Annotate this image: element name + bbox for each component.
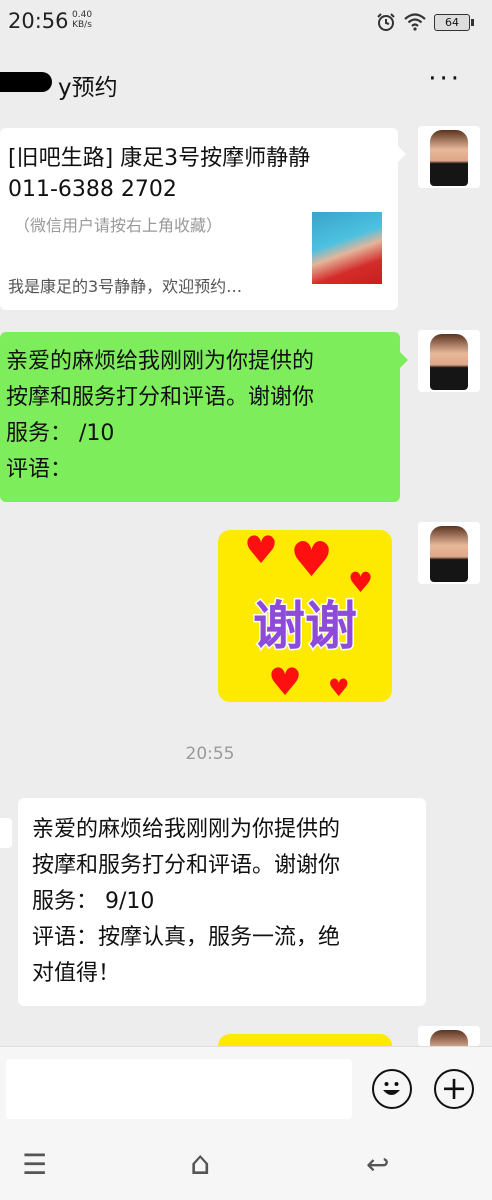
card-hint: （微信用户请按右上角收藏） bbox=[14, 216, 223, 235]
link-card-message[interactable]: [旧吧生路] 康足3号按摩师静静 011-6388 2702 （微信用户请按右上… bbox=[0, 128, 406, 310]
card-thumbnail bbox=[312, 212, 382, 284]
avatar-photo bbox=[430, 526, 468, 582]
avatar-photo bbox=[430, 334, 468, 390]
partial-sticker[interactable] bbox=[218, 1034, 392, 1046]
back-icon[interactable]: ↩ bbox=[366, 1148, 389, 1181]
avatar-photo bbox=[430, 1030, 468, 1046]
message-line: 服务： 9/10 bbox=[32, 889, 155, 914]
avatar-photo bbox=[430, 130, 468, 186]
card-title: [旧吧生路] 康足3号按摩师静静 011-6388 2702 bbox=[8, 143, 388, 205]
thank-you-sticker[interactable]: ♥ ♥ ♥ 谢谢 ♥ ♥ bbox=[218, 530, 392, 702]
system-nav-bar: ☰ ⌂ ↩ bbox=[0, 1134, 492, 1200]
status-bar: 20:56 0.40 KB/s 64 bbox=[0, 0, 492, 44]
battery-level: 64 bbox=[445, 15, 459, 29]
bubble-tail bbox=[400, 352, 408, 368]
message-line: 亲爱的麻烦给我刚刚为你提供的 bbox=[6, 349, 315, 374]
heart-icon: ♥ bbox=[328, 674, 350, 702]
heart-icon: ♥ bbox=[244, 530, 279, 572]
message-timestamp: 20:55 bbox=[185, 744, 235, 764]
redacted-name bbox=[0, 72, 52, 92]
network-speed-unit: KB/s bbox=[72, 20, 92, 30]
sent-message-bubble[interactable]: 亲爱的麻烦给我刚刚为你提供的 按摩和服务打分和评语。谢谢你 服务： /10 评语… bbox=[0, 332, 408, 502]
received-message-bubble[interactable]: 亲爱的麻烦给我刚刚为你提供的 按摩和服务打分和评语。谢谢你 服务： 9/10 评… bbox=[18, 798, 426, 1006]
add-button[interactable]: + bbox=[434, 1069, 474, 1109]
message-line: 评语：按摩认真，服务一流，绝 bbox=[32, 925, 341, 950]
message-line: 对值得！ bbox=[32, 961, 121, 986]
message-input[interactable] bbox=[6, 1059, 352, 1119]
chat-header: y预约 ··· bbox=[0, 44, 492, 122]
card-description: 我是康足的3号静静，欢迎预约… bbox=[8, 277, 243, 296]
network-speed: 0.40 KB/s bbox=[72, 10, 92, 30]
emoji-icon bbox=[382, 1081, 400, 1095]
sender-avatar[interactable] bbox=[418, 330, 480, 392]
sticker-text: 谢谢 bbox=[251, 596, 358, 659]
chat-title[interactable]: y预约 bbox=[58, 68, 118, 102]
wifi-icon bbox=[404, 13, 426, 31]
sender-avatar[interactable] bbox=[418, 1026, 480, 1046]
sender-avatar[interactable] bbox=[418, 522, 480, 584]
alarm-icon bbox=[377, 13, 395, 31]
sender-avatar[interactable] bbox=[418, 126, 480, 188]
message-text: 亲爱的麻烦给我刚刚为你提供的 按摩和服务打分和评语。谢谢你 服务： 9/10 评… bbox=[32, 812, 412, 992]
emoji-button[interactable] bbox=[372, 1069, 412, 1109]
message-line: 服务： /10 bbox=[6, 421, 115, 446]
message-text: 亲爱的麻烦给我刚刚为你提供的 按摩和服务打分和评语。谢谢你 服务： /10 评语… bbox=[6, 344, 391, 488]
heart-icon: ♥ bbox=[268, 660, 303, 702]
input-bar: + bbox=[0, 1046, 492, 1135]
message-line: 评语： bbox=[6, 457, 73, 482]
card-title-line1: [旧吧生路] 康足3号按摩师静静 bbox=[8, 146, 311, 171]
partial-avatar bbox=[0, 818, 12, 848]
status-time: 20:56 bbox=[8, 9, 69, 33]
more-options-button[interactable]: ··· bbox=[428, 64, 462, 94]
battery-icon: 64 bbox=[434, 13, 474, 31]
bubble-tail bbox=[398, 146, 406, 162]
menu-icon[interactable]: ☰ bbox=[22, 1148, 47, 1181]
message-line: 亲爱的麻烦给我刚刚为你提供的 bbox=[32, 817, 341, 842]
card-title-line2: 011-6388 2702 bbox=[8, 177, 177, 202]
message-line: 按摩和服务打分和评语。谢谢你 bbox=[6, 385, 315, 410]
status-icons: 64 bbox=[376, 12, 474, 32]
network-speed-value: 0.40 bbox=[72, 10, 93, 20]
heart-icon: ♥ bbox=[290, 532, 334, 588]
message-line: 按摩和服务打分和评语。谢谢你 bbox=[32, 853, 341, 878]
home-icon[interactable]: ⌂ bbox=[190, 1144, 210, 1182]
